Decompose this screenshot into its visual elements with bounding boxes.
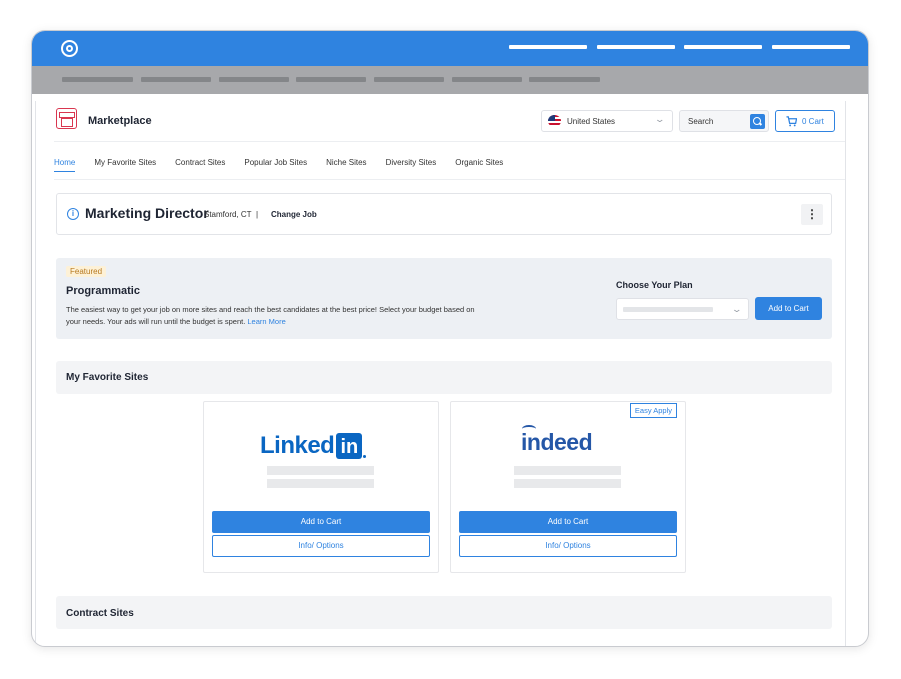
placeholder-line [267, 479, 374, 488]
tab-my-favorite-sites[interactable]: My Favorite Sites [94, 158, 156, 172]
kebab-menu-icon[interactable]: ⋮ [801, 204, 823, 225]
tab-contract-sites[interactable]: Contract Sites [175, 158, 225, 172]
plan-select-placeholder [623, 307, 713, 312]
secondary-bar [32, 66, 868, 94]
secondary-nav-item[interactable] [374, 77, 444, 82]
secondary-nav-item[interactable] [141, 77, 211, 82]
info-options-button[interactable]: Info/ Options [459, 535, 677, 557]
search-placeholder: Search [688, 117, 714, 126]
job-location-text: Stamford, CT [204, 210, 252, 219]
featured-panel: Featured Programmatic The easiest way to… [56, 258, 832, 339]
easy-apply-badge: Easy Apply [629, 403, 677, 418]
section-header: My Favorite Sites [56, 361, 832, 394]
divider [54, 179, 845, 180]
secondary-nav-item[interactable] [62, 77, 133, 82]
store-icon [56, 108, 77, 129]
add-to-cart-button[interactable]: Add to Cart [212, 511, 430, 533]
page-title: Marketplace [88, 115, 152, 127]
chevron-down-icon: ⌄ [654, 114, 666, 124]
us-flag-icon [548, 115, 561, 127]
content-border-left [35, 101, 36, 646]
job-separator: | [256, 210, 259, 219]
browser-frame: Marketplace United States ⌄ Search 0 Car… [31, 30, 869, 647]
info-icon[interactable]: i [67, 208, 79, 220]
linkedin-logo-dot [363, 455, 367, 458]
country-select[interactable]: United States ⌄ [541, 110, 673, 132]
top-bar [32, 31, 868, 66]
secondary-nav-item[interactable] [529, 77, 600, 82]
add-to-cart-button[interactable]: Add to Cart [755, 297, 822, 320]
search-input[interactable]: Search [679, 110, 769, 132]
tab-home[interactable]: Home [54, 158, 76, 172]
tab-bar: Home My Favorite Sites Contract Sites Po… [54, 158, 522, 172]
chevron-down-icon: ⌄ [731, 304, 743, 314]
cart-button[interactable]: 0 Cart [775, 110, 835, 132]
linkedin-logo-text: Linked [260, 432, 335, 459]
top-nav-item[interactable] [509, 45, 587, 49]
tab-organic-sites[interactable]: Organic Sites [455, 158, 503, 172]
main-content: Marketplace United States ⌄ Search 0 Car… [54, 101, 845, 646]
job-title: Marketing Director [85, 205, 209, 221]
linkedin-logo: Linked in [260, 429, 367, 459]
country-label: United States [567, 117, 616, 126]
job-location: Stamford, CT | [204, 210, 258, 219]
linkedin-logo-box: in [336, 433, 363, 459]
tab-niche-sites[interactable]: Niche Sites [326, 158, 366, 172]
secondary-nav-item[interactable] [296, 77, 366, 82]
tab-diversity-sites[interactable]: Diversity Sites [386, 158, 437, 172]
top-nav-item[interactable] [684, 45, 762, 49]
info-options-button[interactable]: Info/ Options [212, 535, 430, 557]
placeholder-line [514, 466, 621, 475]
placeholder-line [514, 479, 621, 488]
divider [54, 141, 845, 142]
featured-description: The easiest way to get your job on more … [66, 304, 486, 328]
job-card: i Marketing Director Stamford, CT | Chan… [56, 193, 832, 235]
featured-title: Programmatic [66, 285, 140, 297]
site-card-linkedin: Linked in Add to Cart Info/ Options [203, 401, 439, 573]
section-title: Contract Sites [66, 608, 134, 619]
content-border-right [845, 101, 846, 646]
secondary-nav-item[interactable] [452, 77, 522, 82]
top-nav-item[interactable] [772, 45, 850, 49]
indeed-logo: indeed [521, 429, 593, 455]
section-header: Contract Sites [56, 596, 832, 629]
cart-icon [786, 116, 797, 127]
plan-label: Choose Your Plan [616, 280, 693, 290]
featured-badge: Featured [66, 266, 107, 277]
plan-select[interactable]: ⌄ [616, 298, 749, 320]
app-logo-icon[interactable] [61, 40, 78, 57]
top-nav-item[interactable] [597, 45, 675, 49]
change-job-link[interactable]: Change Job [271, 210, 317, 219]
section-title: My Favorite Sites [66, 372, 149, 383]
site-card-indeed: Easy Apply indeed Add to Cart Info/ Opti… [450, 401, 686, 573]
tab-popular-job-sites[interactable]: Popular Job Sites [244, 158, 307, 172]
search-icon[interactable] [750, 114, 765, 129]
add-to-cart-button[interactable]: Add to Cart [459, 511, 677, 533]
learn-more-link[interactable]: Learn More [247, 317, 285, 326]
secondary-nav-item[interactable] [219, 77, 289, 82]
placeholder-line [267, 466, 374, 475]
cart-label: 0 Cart [802, 117, 824, 126]
